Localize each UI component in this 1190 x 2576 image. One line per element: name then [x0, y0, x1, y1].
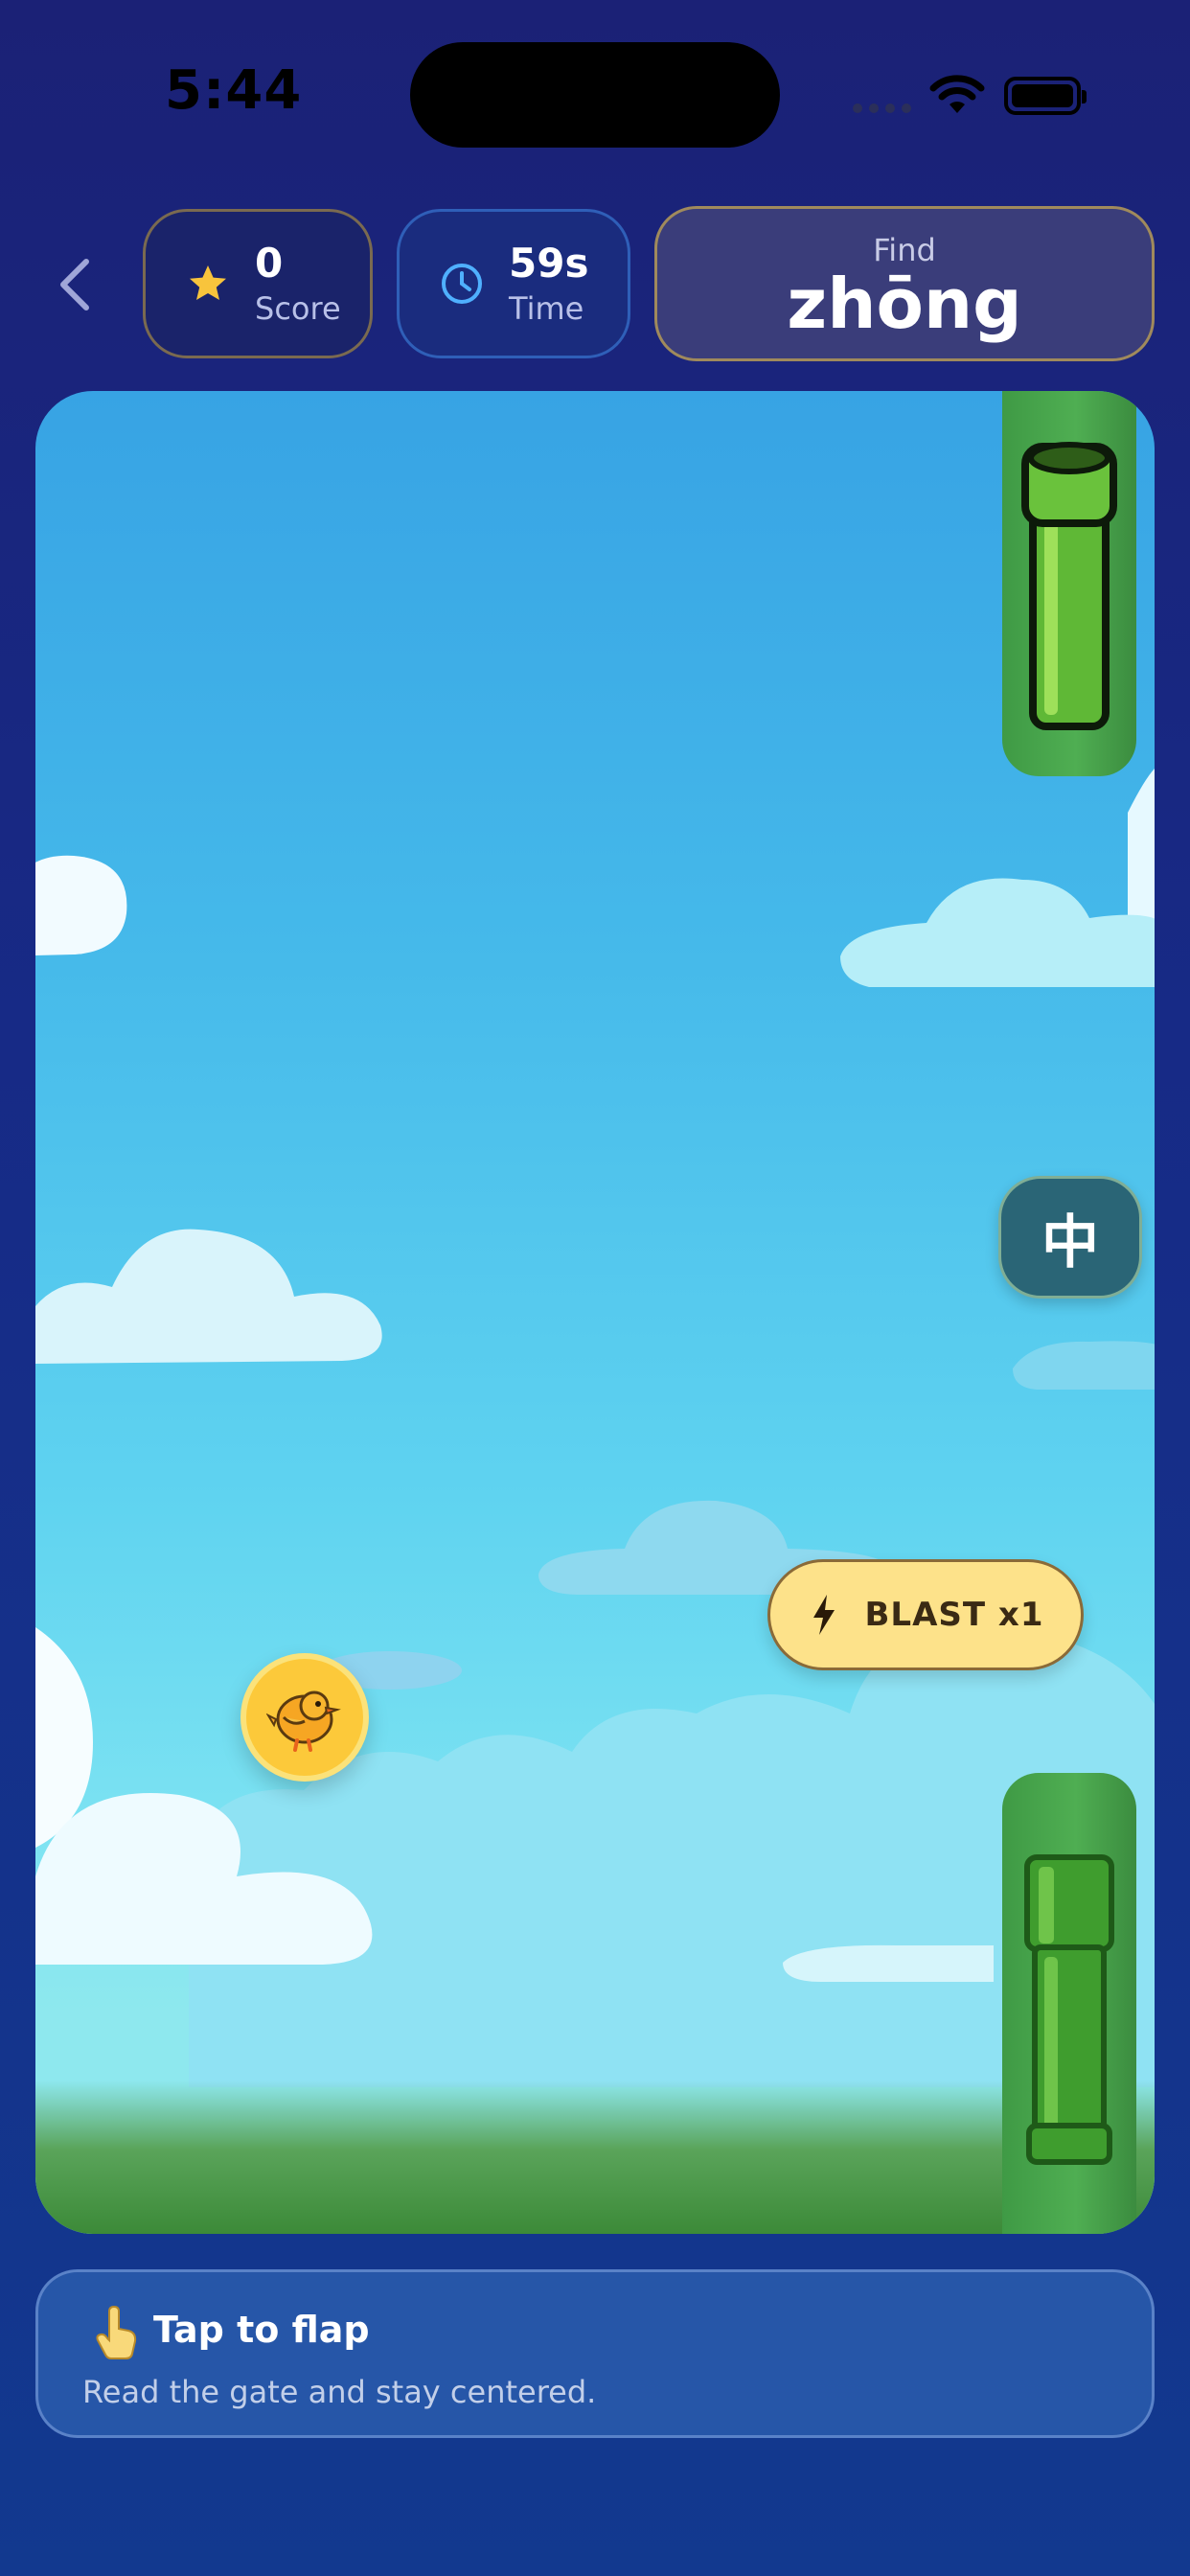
find-target-card: Find zhōng: [654, 206, 1155, 361]
time-label: Time: [509, 290, 584, 327]
score-label: Score: [255, 290, 341, 327]
battery-icon: [1004, 77, 1087, 115]
cellular-signal-icon: [853, 104, 911, 113]
bird-icon: [266, 1690, 341, 1752]
blast-button[interactable]: BLAST x1: [767, 1559, 1084, 1670]
cloud-decoration: [1013, 1341, 1155, 1390]
hint-title: Tap to flap: [153, 2309, 370, 2351]
cloud-decoration: [35, 855, 127, 955]
ground: [35, 2081, 1155, 2234]
status-time: 5:44: [165, 59, 303, 122]
score-value: 0: [255, 240, 284, 287]
pipe-bottom-sprite: [1024, 1854, 1114, 2165]
find-label: Find: [873, 232, 936, 268]
chevron-left-icon: [60, 259, 89, 310]
find-target-pinyin: zhōng: [787, 264, 1022, 344]
cloud-decoration: [35, 1229, 382, 1364]
star-icon: [190, 265, 226, 300]
player-bird: [240, 1653, 369, 1782]
tap-hand-icon: [96, 2306, 137, 2359]
back-button[interactable]: [50, 251, 100, 318]
gate-character-tile: 中: [998, 1176, 1142, 1299]
wifi-icon: [929, 75, 985, 113]
time-card: 59s Time: [397, 209, 630, 358]
gate-character: 中: [1041, 1208, 1099, 1276]
lightning-icon: [812, 1595, 835, 1635]
hint-card: Tap to flap Read the gate and stay cente…: [35, 2269, 1155, 2438]
blast-button-label: BLAST x1: [864, 1596, 1044, 1634]
score-card: 0 Score: [143, 209, 373, 358]
time-value: 59s: [509, 240, 589, 287]
clock-icon: [442, 264, 482, 304]
cloud-decoration: [840, 769, 1155, 987]
dynamic-island: [410, 42, 780, 148]
pipe-top: [1002, 391, 1136, 776]
pipe-top-sprite: [1021, 442, 1117, 730]
game-canvas[interactable]: 中 BLAST x1: [35, 391, 1155, 2234]
pipe-bottom: [1002, 1773, 1136, 2234]
hint-subtitle: Read the gate and stay centered.: [82, 2374, 597, 2410]
